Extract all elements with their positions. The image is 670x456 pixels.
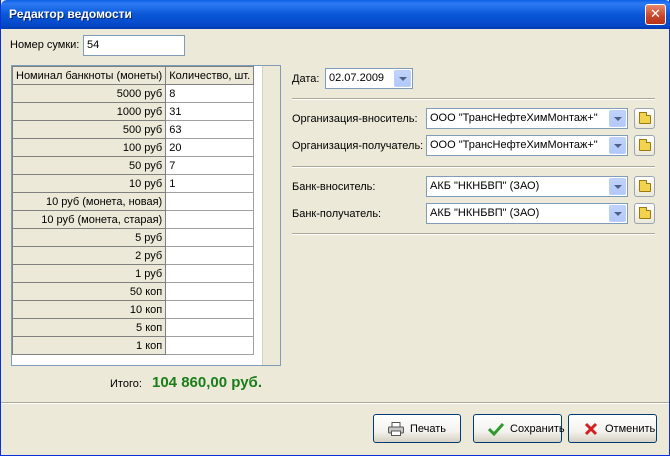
nominal-cell: 2 руб: [12, 246, 167, 265]
footer-separator: [1, 402, 669, 404]
cancel-button-label: Отменить: [605, 423, 656, 435]
quantity-cell[interactable]: 31: [165, 102, 255, 121]
table-row[interactable]: 500 руб 63: [12, 120, 255, 139]
table-row[interactable]: 5 коп: [12, 318, 255, 337]
org-sender-select[interactable]: ООО "ТрансНефтеХимМонтаж+": [426, 108, 628, 129]
table-row[interactable]: 1 коп: [12, 336, 255, 355]
nominal-cell: 5 коп: [12, 318, 167, 337]
save-button[interactable]: Сохранить: [473, 414, 565, 443]
quantity-cell[interactable]: [165, 210, 255, 229]
org-sender-label: Организация-вноситель:: [292, 113, 418, 125]
bank-sender-value: АКБ "НКНБВП" (ЗАО): [430, 180, 540, 192]
nominal-cell: 1000 руб: [12, 102, 167, 121]
table-row[interactable]: 10 коп: [12, 300, 255, 319]
date-label: Дата:: [292, 73, 320, 85]
nominal-cell: 10 руб (монета, новая): [12, 192, 167, 211]
chevron-down-icon[interactable]: [609, 178, 626, 195]
title-bar[interactable]: Редактор ведомости ✕: [1, 0, 670, 29]
quantity-cell[interactable]: 7: [165, 156, 255, 175]
table-row[interactable]: 50 коп: [12, 282, 255, 301]
quantity-cell[interactable]: [165, 300, 255, 319]
nominal-cell: 10 руб: [12, 174, 167, 193]
grid-empty-area: [262, 66, 280, 365]
cancel-button[interactable]: Отменить: [568, 414, 657, 443]
nominal-cell: 10 коп: [12, 300, 167, 319]
org-sender-browse-button[interactable]: [634, 108, 655, 129]
separator: [292, 98, 655, 100]
quantity-cell[interactable]: [165, 282, 255, 301]
separator: [292, 166, 655, 168]
window-title: Редактор ведомости: [9, 7, 132, 21]
quantity-cell[interactable]: 1: [165, 174, 255, 193]
table-row[interactable]: 10 руб 1: [12, 174, 255, 193]
close-icon: ✕: [650, 6, 661, 21]
bag-number-input[interactable]: 54: [83, 35, 185, 56]
table-row[interactable]: 10 руб (монета, старая): [12, 210, 255, 229]
nominal-cell: 10 руб (монета, старая): [12, 210, 167, 229]
org-receiver-label: Организация-получатель:: [292, 140, 424, 152]
folder-icon: [639, 112, 651, 124]
nominal-cell: 5000 руб: [12, 84, 167, 103]
bag-number-label: Номер сумки:: [10, 39, 80, 51]
table-row[interactable]: 1000 руб 31: [12, 102, 255, 121]
table-row[interactable]: 5 руб: [12, 228, 255, 247]
nominal-cell: 50 коп: [12, 282, 167, 301]
checkmark-icon: [487, 422, 505, 437]
org-sender-value: ООО "ТрансНефтеХимМонтаж+": [430, 112, 598, 124]
date-picker[interactable]: 02.07.2009: [325, 68, 413, 89]
quantity-cell[interactable]: [165, 318, 255, 337]
close-button[interactable]: ✕: [645, 4, 666, 25]
chevron-down-icon[interactable]: [394, 70, 411, 87]
nominal-cell: 50 руб: [12, 156, 167, 175]
table-row[interactable]: 100 руб 20: [12, 138, 255, 157]
date-value: 02.07.2009: [329, 72, 385, 84]
folder-icon: [639, 139, 651, 151]
editor-window: Редактор ведомости ✕ Номер сумки: 54 Ном…: [0, 0, 670, 456]
nominal-cell: 1 руб: [12, 264, 167, 283]
nominal-cell: 100 руб: [12, 138, 167, 157]
column-header-quantity[interactable]: Количество, шт.: [165, 66, 255, 85]
bank-sender-label: Банк-вноситель:: [292, 181, 376, 193]
quantity-cell[interactable]: [165, 264, 255, 283]
org-receiver-value: ООО "ТрансНефтеХимМонтаж+": [430, 139, 598, 151]
org-receiver-browse-button[interactable]: [634, 135, 655, 156]
quantity-cell[interactable]: [165, 336, 255, 355]
denomination-grid: Номинал банкноты (монеты) Количество, шт…: [11, 65, 281, 366]
bank-receiver-browse-button[interactable]: [634, 203, 655, 224]
table-row[interactable]: 10 руб (монета, новая): [12, 192, 255, 211]
bank-receiver-label: Банк-получатель:: [292, 208, 382, 220]
total-value: 104 860,00 руб.: [152, 374, 262, 391]
bank-sender-browse-button[interactable]: [634, 176, 655, 197]
folder-icon: [639, 207, 651, 219]
quantity-cell[interactable]: [165, 246, 255, 265]
nominal-cell: 500 руб: [12, 120, 167, 139]
column-header-nominal[interactable]: Номинал банкноты (монеты): [12, 66, 167, 85]
bank-receiver-select[interactable]: АКБ "НКНБВП" (ЗАО): [426, 203, 628, 224]
chevron-down-icon[interactable]: [609, 137, 626, 154]
folder-icon: [639, 180, 651, 192]
x-icon: [583, 422, 599, 436]
table-row[interactable]: 2 руб: [12, 246, 255, 265]
nominal-cell: 1 коп: [12, 336, 167, 355]
quantity-cell[interactable]: 63: [165, 120, 255, 139]
table-row[interactable]: 5000 руб 8: [12, 84, 255, 103]
table-row[interactable]: 50 руб 7: [12, 156, 255, 175]
table-row[interactable]: 1 руб: [12, 264, 255, 283]
total-label: Итого:: [110, 378, 142, 390]
bank-receiver-value: АКБ "НКНБВП" (ЗАО): [430, 207, 540, 219]
printer-icon: [388, 422, 404, 436]
bank-sender-select[interactable]: АКБ "НКНБВП" (ЗАО): [426, 176, 628, 197]
print-button-label: Печать: [410, 423, 447, 435]
quantity-cell[interactable]: 8: [165, 84, 255, 103]
chevron-down-icon[interactable]: [609, 110, 626, 127]
quantity-cell[interactable]: [165, 228, 255, 247]
chevron-down-icon[interactable]: [609, 205, 626, 222]
print-button[interactable]: Печать: [373, 414, 461, 443]
separator: [292, 233, 655, 235]
org-receiver-select[interactable]: ООО "ТрансНефтеХимМонтаж+": [426, 135, 628, 156]
quantity-cell[interactable]: [165, 192, 255, 211]
nominal-cell: 5 руб: [12, 228, 167, 247]
save-button-label: Сохранить: [510, 423, 565, 435]
quantity-cell[interactable]: 20: [165, 138, 255, 157]
